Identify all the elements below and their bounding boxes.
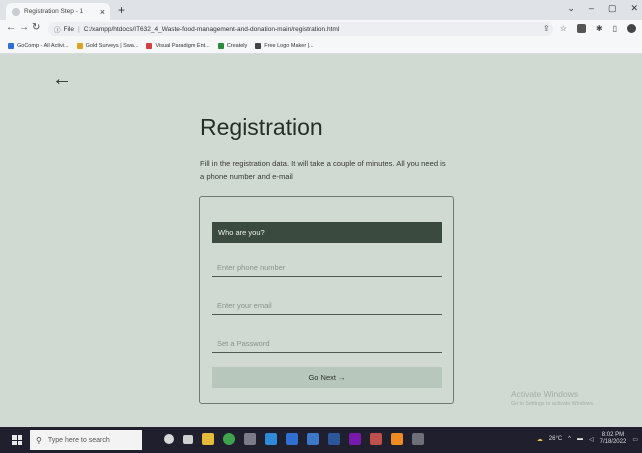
cortana-icon[interactable]	[164, 434, 174, 444]
vscode-icon[interactable]	[265, 433, 277, 445]
volume-icon[interactable]: ◁	[589, 436, 594, 443]
address-bar[interactable]: ⓘ File | C:/xampp/htdocs/IT632_4_Waste-f…	[48, 22, 553, 36]
tab-close-icon[interactable]: ×	[100, 7, 105, 17]
bookmark-favicon-icon	[76, 43, 83, 49]
app-icon[interactable]	[412, 433, 424, 445]
task-view-icon[interactable]	[183, 434, 193, 444]
password-input[interactable]	[212, 335, 442, 353]
registration-page: ← Registration Fill in the registration …	[0, 54, 642, 427]
onenote-icon[interactable]	[349, 433, 361, 445]
forward-nav-icon[interactable]: →	[19, 22, 29, 33]
email-input[interactable]	[212, 297, 442, 315]
windows-start-icon[interactable]	[12, 435, 22, 445]
taskbar-apps	[164, 433, 424, 445]
word-icon[interactable]	[328, 433, 340, 445]
browser-tab[interactable]: Registration Step - 1 ×	[6, 3, 110, 20]
bookmarks-bar: GoComp - All Activi... Gold Surveys | Sw…	[0, 39, 642, 54]
page-title: Registration	[200, 114, 323, 140]
weather-icon[interactable]: ☁	[537, 436, 543, 443]
bookmark-favicon-icon	[255, 43, 262, 49]
page-description: Fill in the registration data. It will t…	[200, 159, 446, 181]
settings-icon[interactable]	[307, 433, 319, 445]
bookmark-favicon-icon	[8, 43, 14, 49]
url-text: C:/xampp/htdocs/IT632_4_Waste-food-manag…	[83, 25, 340, 33]
search-icon: ⚲	[36, 435, 42, 445]
network-icon[interactable]: ▬	[577, 436, 583, 442]
clock-date: 7/18/2022	[599, 439, 627, 445]
maximize-icon[interactable]: ▢	[608, 3, 617, 14]
share-icon[interactable]: ⇪	[543, 24, 550, 33]
close-window-icon[interactable]: ✕	[630, 3, 638, 14]
tab-search-icon[interactable]: ⌄	[567, 3, 575, 14]
url-scheme-label: File	[63, 25, 74, 33]
chrome-icon[interactable]	[223, 433, 235, 445]
bookmark-favicon-icon	[217, 43, 224, 49]
back-arrow-icon[interactable]: ←	[52, 68, 72, 91]
profile-avatar-icon[interactable]	[627, 24, 636, 33]
browser-tab-strip: Registration Step - 1 × + ⌄ – ▢ ✕	[0, 0, 642, 20]
windows-taskbar: ⚲ Type here to search ☁ 26°C ^ ▬ ◁ 8:02 …	[0, 427, 642, 453]
tab-title: Registration Step - 1	[24, 8, 84, 15]
new-tab-button[interactable]: +	[118, 3, 125, 17]
activate-windows-watermark: Activate Windows Go to Settings to activ…	[511, 389, 595, 407]
bookmark-creately[interactable]: Creately	[217, 43, 247, 49]
tab-favicon-icon	[12, 7, 20, 16]
bookmark-gocomp[interactable]: GoComp - All Activi...	[8, 43, 69, 49]
back-nav-icon[interactable]: ←	[6, 22, 16, 33]
go-next-button[interactable]: Go Next →	[212, 367, 442, 388]
extension-icon[interactable]	[576, 24, 586, 33]
url-separator: |	[77, 25, 80, 33]
phone-input[interactable]	[212, 259, 442, 277]
bookmark-free-logo-maker[interactable]: Free Logo Maker |...	[255, 43, 314, 49]
tray-chevron-icon[interactable]: ^	[568, 436, 571, 442]
bookmark-visual-paradigm[interactable]: Visual Paradigm Ent...	[146, 43, 210, 49]
bookmark-star-icon[interactable]: ☆	[560, 24, 567, 33]
reload-icon[interactable]: ↻	[32, 22, 40, 33]
sublime-icon[interactable]	[391, 433, 403, 445]
browser-toolbar-icons: ⇪ ☆ ✱ ▯	[543, 24, 636, 33]
photos-icon[interactable]	[370, 433, 382, 445]
taskbar-search-box[interactable]: ⚲ Type here to search	[30, 430, 142, 450]
bookmark-favicon-icon	[146, 43, 153, 49]
calculator-icon[interactable]	[244, 433, 256, 445]
window-controls: ⌄ – ▢ ✕	[567, 3, 638, 14]
registration-form: Who are you? Go Next →	[199, 196, 454, 404]
weather-temperature[interactable]: 26°C	[549, 436, 562, 442]
taskbar-search-placeholder: Type here to search	[47, 436, 110, 444]
watermark-subtitle: Go to Settings to activate Windows.	[511, 401, 595, 407]
bookmark-gold-surveys[interactable]: Gold Surveys | Swa...	[76, 43, 138, 49]
extensions-puzzle-icon[interactable]: ✱	[596, 24, 603, 33]
minimize-icon[interactable]: –	[589, 3, 594, 14]
side-panel-icon[interactable]: ▯	[613, 24, 617, 33]
site-info-icon[interactable]: ⓘ	[54, 24, 61, 34]
taskbar-clock[interactable]: 8:02 PM 7/18/2022	[600, 432, 627, 446]
clock-time: 8:02 PM	[601, 432, 625, 438]
watermark-title: Activate Windows	[511, 389, 579, 399]
system-tray: ☁ 26°C ^ ▬ ◁ 8:02 PM 7/18/2022 ▭	[537, 432, 638, 446]
mail-icon[interactable]	[286, 433, 298, 445]
file-explorer-icon[interactable]	[202, 433, 214, 445]
notifications-icon[interactable]: ▭	[632, 436, 638, 443]
who-are-you-bar[interactable]: Who are you?	[212, 222, 442, 243]
address-bar-row: ← → ↻ ⓘ File | C:/xampp/htdocs/IT632_4_W…	[0, 20, 642, 39]
